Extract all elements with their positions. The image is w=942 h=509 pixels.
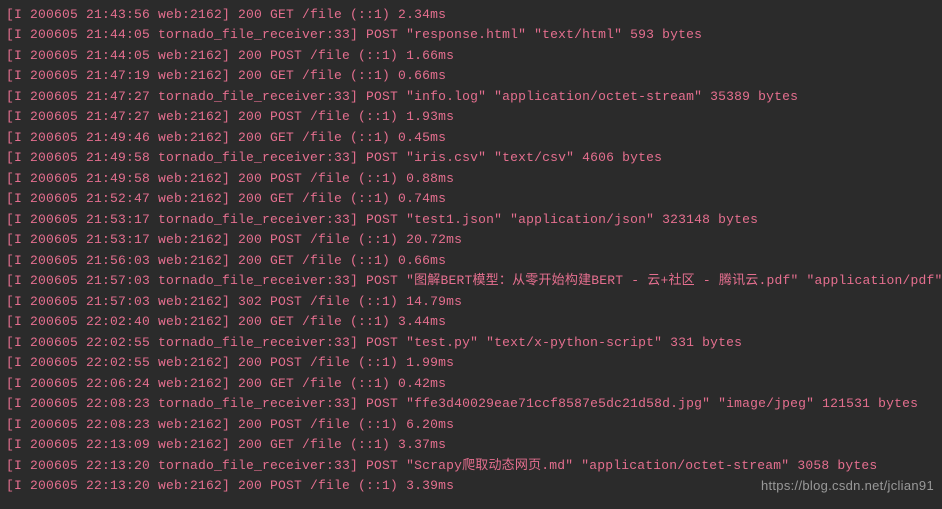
log-line: [I 200605 21:49:58 tornado_file_receiver… [6, 148, 936, 169]
log-line: [I 200605 21:57:03 web:2162] 302 POST /f… [6, 291, 936, 312]
log-line: [I 200605 21:49:46 web:2162] 200 GET /fi… [6, 127, 936, 148]
terminal-log-output: [I 200605 21:43:56 web:2162] 200 GET /fi… [6, 4, 936, 496]
watermark-text: https://blog.csdn.net/jclian91 [761, 476, 934, 496]
log-line: [I 200605 22:08:23 web:2162] 200 POST /f… [6, 414, 936, 435]
log-line: [I 200605 21:47:19 web:2162] 200 GET /fi… [6, 66, 936, 87]
log-line: [I 200605 22:02:55 tornado_file_receiver… [6, 332, 936, 353]
log-line: [I 200605 21:52:47 web:2162] 200 GET /fi… [6, 189, 936, 210]
log-line: [I 200605 21:57:03 tornado_file_receiver… [6, 271, 936, 292]
log-line: [I 200605 21:44:05 web:2162] 200 POST /f… [6, 45, 936, 66]
log-line: [I 200605 21:47:27 tornado_file_receiver… [6, 86, 936, 107]
log-line: [I 200605 22:13:20 tornado_file_receiver… [6, 455, 936, 476]
log-line: [I 200605 21:47:27 web:2162] 200 POST /f… [6, 107, 936, 128]
log-line: [I 200605 21:53:17 tornado_file_receiver… [6, 209, 936, 230]
log-line: [I 200605 21:49:58 web:2162] 200 POST /f… [6, 168, 936, 189]
log-line: [I 200605 21:44:05 tornado_file_receiver… [6, 25, 936, 46]
log-line: [I 200605 21:56:03 web:2162] 200 GET /fi… [6, 250, 936, 271]
log-line: [I 200605 22:13:09 web:2162] 200 GET /fi… [6, 435, 936, 456]
log-line: [I 200605 22:06:24 web:2162] 200 GET /fi… [6, 373, 936, 394]
log-line: [I 200605 22:08:23 tornado_file_receiver… [6, 394, 936, 415]
log-line: [I 200605 21:43:56 web:2162] 200 GET /fi… [6, 4, 936, 25]
log-line: [I 200605 22:02:55 web:2162] 200 POST /f… [6, 353, 936, 374]
log-line: [I 200605 22:02:40 web:2162] 200 GET /fi… [6, 312, 936, 333]
log-line: [I 200605 21:53:17 web:2162] 200 POST /f… [6, 230, 936, 251]
